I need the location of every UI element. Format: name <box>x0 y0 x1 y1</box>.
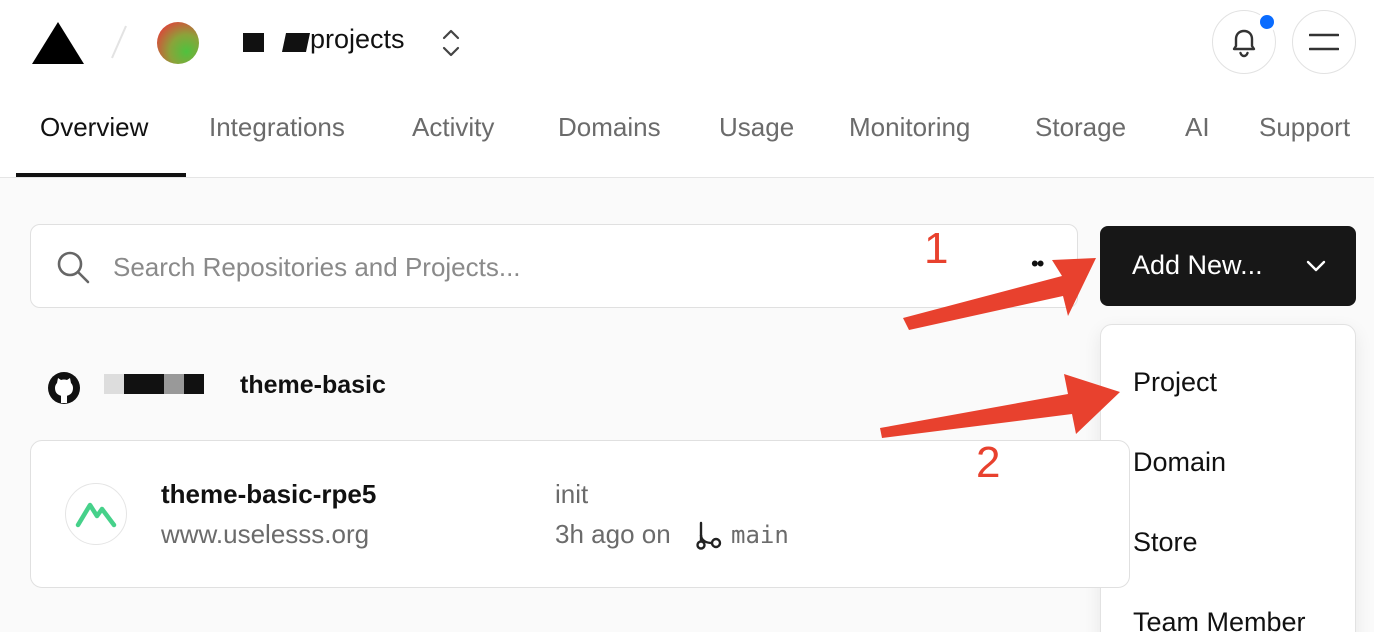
tab-usage[interactable]: Usage <box>719 112 794 143</box>
menu-item-store[interactable]: Store <box>1133 527 1198 558</box>
notification-badge <box>1257 12 1277 32</box>
redacted-block <box>164 374 184 394</box>
team-selector-label[interactable]: projects <box>310 24 405 55</box>
menu-item-project[interactable]: Project <box>1133 367 1217 398</box>
redacted-block <box>104 374 124 394</box>
commit-time: 3h ago on <box>555 519 671 549</box>
bell-icon <box>1232 29 1256 58</box>
branch-name: main <box>731 521 789 549</box>
tab-integrations[interactable]: Integrations <box>209 112 345 143</box>
add-new-label: Add New... <box>1132 250 1263 280</box>
step-1-annotation: 1 <box>924 224 949 273</box>
menu-button[interactable] <box>1292 10 1356 74</box>
search-icon <box>57 251 90 284</box>
add-new-button[interactable]: Add New... <box>1100 226 1356 306</box>
more-dots-icon[interactable]: •• <box>1031 251 1044 277</box>
search-input[interactable] <box>113 245 993 289</box>
active-tab-indicator <box>16 173 186 177</box>
redacted-block <box>184 374 204 394</box>
step-2-annotation: 2 <box>976 438 1001 487</box>
tab-bar: Overview Integrations Activity Domains U… <box>0 112 1374 178</box>
project-card[interactable]: theme-basic-rpe5 www.uselesss.org init 3… <box>30 440 1130 588</box>
tab-ai[interactable]: AI <box>1185 112 1210 143</box>
chevron-up-down-icon[interactable] <box>438 26 464 60</box>
user-avatar[interactable] <box>157 22 199 64</box>
git-branch-icon <box>696 521 722 550</box>
menu-item-domain[interactable]: Domain <box>1133 447 1226 478</box>
repo-group-name[interactable]: theme-basic <box>240 371 386 400</box>
tab-domains[interactable]: Domains <box>558 112 661 143</box>
project-name[interactable]: theme-basic-rpe5 <box>161 479 376 510</box>
breadcrumb-separator <box>111 25 127 59</box>
menu-item-team-member[interactable]: Team Member <box>1133 607 1306 632</box>
commit-message: init <box>555 479 589 509</box>
tab-overview[interactable]: Overview <box>40 112 148 143</box>
project-logo-icon <box>65 483 127 545</box>
tab-storage[interactable]: Storage <box>1035 112 1126 143</box>
search-box[interactable]: •• <box>30 224 1078 308</box>
tab-activity[interactable]: Activity <box>412 112 494 143</box>
tab-monitoring[interactable]: Monitoring <box>849 112 970 143</box>
hamburger-icon <box>1309 33 1339 51</box>
chevron-down-icon <box>1306 260 1326 272</box>
tab-support[interactable]: Support <box>1259 112 1350 143</box>
add-new-dropdown-menu: Project Domain Store Team Member <box>1100 324 1356 632</box>
project-url-link[interactable]: www.uselesss.org <box>161 519 369 550</box>
top-navigation: projects Overview Integrations Activity … <box>0 0 1374 178</box>
vercel-logo-icon[interactable] <box>32 22 84 64</box>
redacted-block <box>281 33 311 52</box>
redacted-block <box>124 374 164 394</box>
redacted-block <box>243 33 264 52</box>
github-icon <box>48 372 80 404</box>
